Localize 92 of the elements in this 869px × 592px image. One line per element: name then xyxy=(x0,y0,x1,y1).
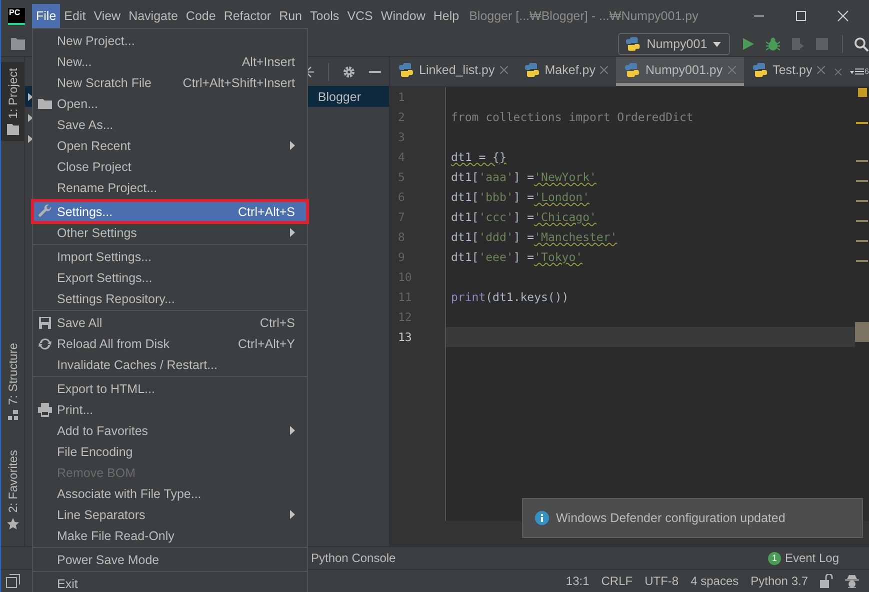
expand-arrow-icon[interactable] xyxy=(28,134,33,142)
menu-item[interactable]: Tools xyxy=(306,4,344,32)
menu-entry[interactable]: Rename Project... xyxy=(33,177,307,198)
python-icon xyxy=(624,62,640,78)
menu-item[interactable]: View xyxy=(90,4,125,32)
menu-entry[interactable]: Power Save Mode xyxy=(33,549,307,570)
menu-item[interactable]: Code xyxy=(182,4,220,32)
editor-tab[interactable]: Makef.py xyxy=(516,57,616,86)
menu-entry[interactable]: Line Separators xyxy=(33,504,307,525)
expand-arrow-icon[interactable] xyxy=(28,92,33,100)
folder-icon xyxy=(6,124,18,135)
menu-entry[interactable]: Other Settings xyxy=(33,222,307,243)
tool-windows-icon[interactable] xyxy=(6,574,20,588)
reload-icon xyxy=(37,336,53,352)
menu-entry[interactable]: Settings... Ctrl+Alt+S xyxy=(33,201,307,222)
tree-item[interactable]: Blogger xyxy=(318,90,361,104)
star-icon xyxy=(6,518,18,530)
tool-window-button[interactable]: 2: Favorites xyxy=(1,444,24,536)
python-icon xyxy=(625,36,641,52)
code-line: from collections import OrderedDict xyxy=(451,110,694,124)
python-icon xyxy=(524,62,540,78)
dropdown-caret-icon xyxy=(713,42,721,46)
menu-item[interactable]: VCS xyxy=(343,4,377,32)
notification-count-badge: 1 xyxy=(768,552,781,564)
notification-text: Windows Defender configuration updated xyxy=(556,511,786,525)
code-line: dt1['eee'] ='Tokyo' xyxy=(451,250,583,264)
python-icon xyxy=(398,62,414,78)
tool-window-button[interactable]: 7: Structure xyxy=(1,337,24,426)
menu-entry[interactable]: New Project... xyxy=(33,30,307,51)
list-icon xyxy=(850,68,864,76)
expand-arrow-icon[interactable] xyxy=(28,114,33,122)
menu-item[interactable]: Help xyxy=(429,4,464,32)
printer-icon xyxy=(37,402,53,418)
menu-entry[interactable]: Make File Read-Only xyxy=(33,525,307,546)
menu-entry[interactable]: Export to HTML... xyxy=(33,378,307,399)
structure-icon xyxy=(8,410,18,420)
bug-icon[interactable] xyxy=(766,37,780,51)
editor-tab[interactable]: Numpy001.py xyxy=(616,57,744,86)
menu-item[interactable]: Window xyxy=(376,4,430,32)
run-icon[interactable] xyxy=(741,37,755,51)
editor-tab[interactable]: Test.py xyxy=(744,57,834,86)
menu-entry[interactable]: Save All Ctrl+S xyxy=(33,312,307,333)
menu-entry[interactable]: Invalidate Caches / Restart... xyxy=(33,354,307,375)
code-line: dt1['aaa'] ='NewYork' xyxy=(451,170,596,184)
menu-entry[interactable]: Exit xyxy=(33,573,307,592)
folder-icon[interactable] xyxy=(10,37,26,51)
menu-entry[interactable]: Print... xyxy=(33,399,307,420)
tab-overflow-button[interactable]: 6 xyxy=(850,57,869,86)
menu-item[interactable]: Navigate xyxy=(124,4,182,32)
menu-item[interactable]: Edit xyxy=(60,4,90,32)
status-item[interactable]: CRLF xyxy=(601,574,633,588)
status-item[interactable]: 4 spaces xyxy=(690,574,739,588)
status-item[interactable]: Python 3.7 xyxy=(750,574,808,588)
event-log-button[interactable]: 1 Event Log xyxy=(768,551,839,565)
status-item[interactable]: UTF-8 xyxy=(644,574,679,588)
status-item[interactable]: 13:1 xyxy=(566,574,590,588)
menu-entry[interactable]: Import Settings... xyxy=(33,246,307,267)
menu-item[interactable]: Refactor xyxy=(220,4,276,32)
close-icon[interactable] xyxy=(837,10,849,22)
line-number: 13 xyxy=(397,329,413,346)
menu-entry[interactable]: New... Alt+Insert xyxy=(33,51,307,72)
search-icon[interactable] xyxy=(854,36,869,52)
code-line: dt1['bbb'] ='London' xyxy=(451,190,590,204)
menu-entry[interactable]: Settings Repository... xyxy=(33,288,307,309)
menu-entry[interactable]: New Scratch File Ctrl+Alt+Shift+Insert xyxy=(33,72,307,93)
settings-icon[interactable] xyxy=(342,64,356,78)
menu-entry[interactable]: Reload All from Disk Ctrl+Alt+Y xyxy=(33,333,307,354)
menu-entry[interactable]: Open... xyxy=(33,93,307,114)
code-line: print(dt1.keys()) xyxy=(451,290,569,304)
tool-window-button[interactable]: Python Console xyxy=(311,551,396,565)
editor-tab[interactable]: Linked_list.py xyxy=(390,57,516,86)
tool-window-button[interactable]: 1: Project xyxy=(1,62,24,141)
window-title: Blogger [...₩Blogger] - ...₩Numpy001.py xyxy=(469,9,698,23)
wrench-icon xyxy=(37,204,53,220)
code-line: dt1['ddd'] ='Manchester' xyxy=(451,230,618,244)
warning-mark[interactable] xyxy=(858,88,866,97)
menu-entry[interactable]: File Encoding xyxy=(33,441,307,462)
menu-entry[interactable]: Save As... xyxy=(33,114,307,135)
unlock-icon[interactable] xyxy=(820,574,833,588)
code-line: dt1 = {} xyxy=(451,150,506,164)
maximize-icon[interactable] xyxy=(795,10,807,22)
info-icon xyxy=(535,511,549,525)
run-configuration-dropdown[interactable]: Numpy001 xyxy=(618,33,730,55)
python-icon xyxy=(752,62,768,78)
menu-entry[interactable]: Open Recent xyxy=(33,135,307,156)
menu-item[interactable]: Run xyxy=(275,4,306,32)
code-line: dt1['ccc'] ='Chicago' xyxy=(451,210,596,224)
menu-entry[interactable]: Export Settings... xyxy=(33,267,307,288)
menu-entry[interactable]: Associate with File Type... xyxy=(33,483,307,504)
app-logo: PC xyxy=(8,8,25,24)
menu-entry[interactable]: Close Project xyxy=(33,156,307,177)
menu-entry[interactable]: Add to Favorites xyxy=(33,420,307,441)
